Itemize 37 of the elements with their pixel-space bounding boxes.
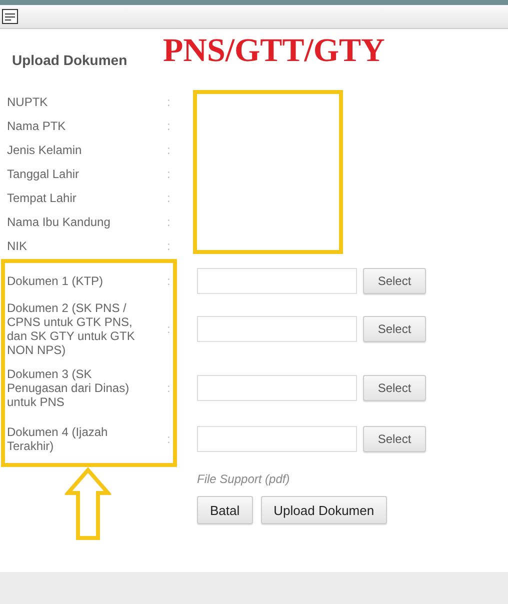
- file-field[interactable]: [197, 426, 357, 452]
- field-label: Jenis Kelamin: [7, 143, 83, 157]
- document-label: Dokumen 3 (SK Penugasan dari Dinas) untuk PNS: [7, 367, 130, 409]
- file-field[interactable]: [197, 375, 357, 401]
- field-label: Tanggal Lahir: [7, 167, 80, 181]
- separator: :: [167, 215, 172, 229]
- field-label: NUPTK: [7, 95, 49, 109]
- document-label: Dokumen 1 (KTP): [7, 274, 104, 288]
- annotation-headline: PNS/GTT/GTY: [163, 33, 385, 70]
- separator: :: [167, 432, 172, 446]
- cancel-button[interactable]: Batal: [197, 496, 253, 524]
- list-icon[interactable]: [2, 9, 18, 24]
- field-label: Nama Ibu Kandung: [7, 215, 112, 229]
- document-label: Dokumen 4 (Ijazah Terakhir): [7, 425, 109, 453]
- separator: :: [167, 274, 172, 288]
- field-label: NIK: [7, 239, 28, 253]
- separator: :: [167, 322, 172, 336]
- field-label: Nama PTK: [7, 119, 67, 133]
- document-label: Dokumen 2 (SK PNS / CPNS untuk GTK PNS, dan SK GTY untuk GTK NON NPS): [7, 301, 136, 357]
- separator: :: [167, 191, 172, 205]
- select-button[interactable]: Select: [363, 426, 426, 452]
- select-button[interactable]: Select: [363, 375, 426, 401]
- file-field[interactable]: [197, 316, 357, 342]
- separator: :: [167, 167, 172, 181]
- select-button[interactable]: Select: [363, 316, 426, 342]
- file-support-note: File Support (pdf): [197, 472, 291, 486]
- up-arrow-icon: [65, 467, 111, 541]
- field-label: Tempat Lahir: [7, 191, 78, 205]
- upload-button[interactable]: Upload Dokumen: [260, 496, 388, 524]
- separator: :: [167, 381, 172, 395]
- panel-title: Upload Dokumen: [12, 52, 128, 68]
- select-button[interactable]: Select: [363, 268, 426, 294]
- file-field[interactable]: [197, 268, 357, 294]
- separator: :: [167, 239, 172, 253]
- separator: :: [167, 143, 172, 157]
- separator: :: [167, 95, 172, 109]
- separator: :: [167, 119, 172, 133]
